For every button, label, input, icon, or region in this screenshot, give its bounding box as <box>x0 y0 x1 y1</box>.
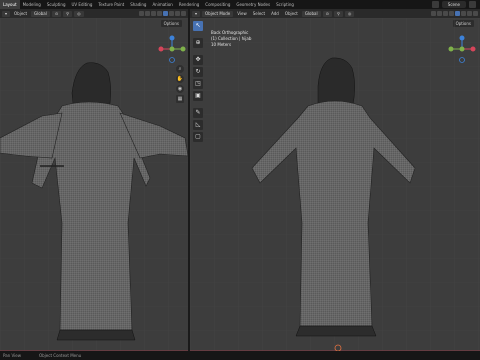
gizmo-toggle-icon[interactable] <box>437 11 442 16</box>
shading-buttons <box>139 11 186 16</box>
left-viewport-header: ▾ Object Global ⊙ ⚲ ◎ <box>0 9 188 18</box>
status-hint-left: Pan View <box>3 353 21 358</box>
rotate-icon[interactable]: ↻ <box>193 67 203 77</box>
workspace-tab-texture-paint[interactable]: Texture Paint <box>95 0 127 9</box>
wireframe-shading-icon[interactable] <box>163 11 168 16</box>
editor-type-button[interactable]: ▾ <box>192 10 201 17</box>
tool-shelf: ↖ ⊕ ✥ ↻ ◳ ▣ ✎ ◺ ▢ <box>193 21 203 142</box>
wireframe-shading-icon[interactable] <box>455 11 460 16</box>
object-menu[interactable]: Object <box>12 11 29 16</box>
viewport-nav-buttons: ⌕ ✋ ◉ ▦ <box>176 65 184 103</box>
workspace-tab-modeling[interactable]: Modeling <box>20 0 44 9</box>
pan-hand-icon[interactable]: ✋ <box>176 75 184 83</box>
status-hint-right: Object Context Menu <box>38 353 82 358</box>
snap-icon[interactable]: ⚲ <box>63 10 73 17</box>
overlay-toggle-icon[interactable] <box>443 11 448 16</box>
rendered-shading-icon[interactable] <box>473 11 478 16</box>
workspace-tab-uv-editing[interactable]: UV Editing <box>69 0 96 9</box>
mode-dropdown[interactable]: Object Mode <box>202 10 234 17</box>
navigation-gizmo[interactable] <box>448 35 476 63</box>
select-menu[interactable]: Select <box>251 11 267 16</box>
status-bar: Pan View Object Context Menu <box>0 351 480 360</box>
snap-icon[interactable]: ⚲ <box>333 10 343 17</box>
workspace-tab-layout[interactable]: Layout <box>0 0 20 9</box>
measure-icon[interactable]: ◺ <box>193 120 203 130</box>
grid-scale: 10 Meters <box>211 42 232 47</box>
editor-type-button[interactable]: ▾ <box>2 10 11 17</box>
viewport-info-overlay: Back Orthographic (1) Collection | hijab… <box>211 30 251 48</box>
rendered-shading-icon[interactable] <box>181 11 186 16</box>
xray-icon[interactable] <box>157 11 162 16</box>
overlay-toggle-icon[interactable] <box>151 11 156 16</box>
solid-shading-icon[interactable] <box>169 11 174 16</box>
workspace-bar: Layout Modeling Sculpting UV Editing Tex… <box>0 0 480 9</box>
annotate-icon[interactable]: ✎ <box>193 108 203 118</box>
transform-icon[interactable]: ▣ <box>193 91 203 101</box>
perspective-grid-icon[interactable]: ▦ <box>176 95 184 103</box>
pivot-icon[interactable]: ⊙ <box>51 10 62 17</box>
right-viewport-scene <box>190 18 480 351</box>
left-3d-viewport[interactable]: ▾ Object Global ⊙ ⚲ ◎ Options <box>0 9 188 351</box>
scale-icon[interactable]: ◳ <box>193 79 203 89</box>
fringe-mesh-left <box>56 329 136 341</box>
scene-selector[interactable]: Scene <box>441 1 466 8</box>
material-shading-icon[interactable] <box>175 11 180 16</box>
proportional-edit-icon[interactable]: ◎ <box>74 10 84 17</box>
proportional-edit-icon[interactable]: ◎ <box>344 10 355 17</box>
zoom-icon[interactable]: ⌕ <box>176 65 184 73</box>
transform-orientation-dropdown[interactable]: Global <box>301 10 321 17</box>
pivot-icon[interactable]: ⊙ <box>322 10 332 17</box>
workspace-tab-rendering[interactable]: Rendering <box>176 0 202 9</box>
fringe-mesh-right <box>295 325 377 337</box>
view-menu[interactable]: View <box>235 11 249 16</box>
camera-icon[interactable]: ◉ <box>176 85 184 93</box>
move-icon[interactable]: ✥ <box>193 55 203 65</box>
solid-shading-icon[interactable] <box>461 11 466 16</box>
select-cursor-icon[interactable]: ↖ <box>193 21 203 31</box>
xray-icon[interactable] <box>449 11 454 16</box>
visibility-icon[interactable] <box>139 11 144 16</box>
workspace-tab-sculpting[interactable]: Sculpting <box>44 0 69 9</box>
add-cube-icon[interactable]: ▢ <box>193 132 203 142</box>
scene-icon <box>431 1 439 8</box>
shading-buttons <box>431 11 478 16</box>
left-viewport-scene <box>0 18 188 351</box>
view-layer-icon[interactable] <box>469 1 476 8</box>
workspace-tab-shading[interactable]: Shading <box>127 0 149 9</box>
right-3d-viewport[interactable]: ▾ Object Mode View Select Add Object Glo… <box>190 9 480 351</box>
cursor-tool-icon[interactable]: ⊕ <box>193 38 203 48</box>
add-menu[interactable]: Add <box>269 11 281 16</box>
workspace-tab-geometry-nodes[interactable]: Geometry Nodes <box>233 0 273 9</box>
material-shading-icon[interactable] <box>467 11 472 16</box>
visibility-icon[interactable] <box>431 11 436 16</box>
right-viewport-header: ▾ Object Mode View Select Add Object Glo… <box>190 9 480 18</box>
gizmo-toggle-icon[interactable] <box>145 11 150 16</box>
workspace-tab-compositing[interactable]: Compositing <box>202 0 233 9</box>
workspace-tab-scripting[interactable]: Scripting <box>273 0 297 9</box>
navigation-gizmo[interactable] <box>158 35 186 63</box>
object-menu[interactable]: Object <box>283 11 300 16</box>
workspace-tab-animation[interactable]: Animation <box>149 0 175 9</box>
transform-orientation-dropdown[interactable]: Global <box>31 10 50 17</box>
